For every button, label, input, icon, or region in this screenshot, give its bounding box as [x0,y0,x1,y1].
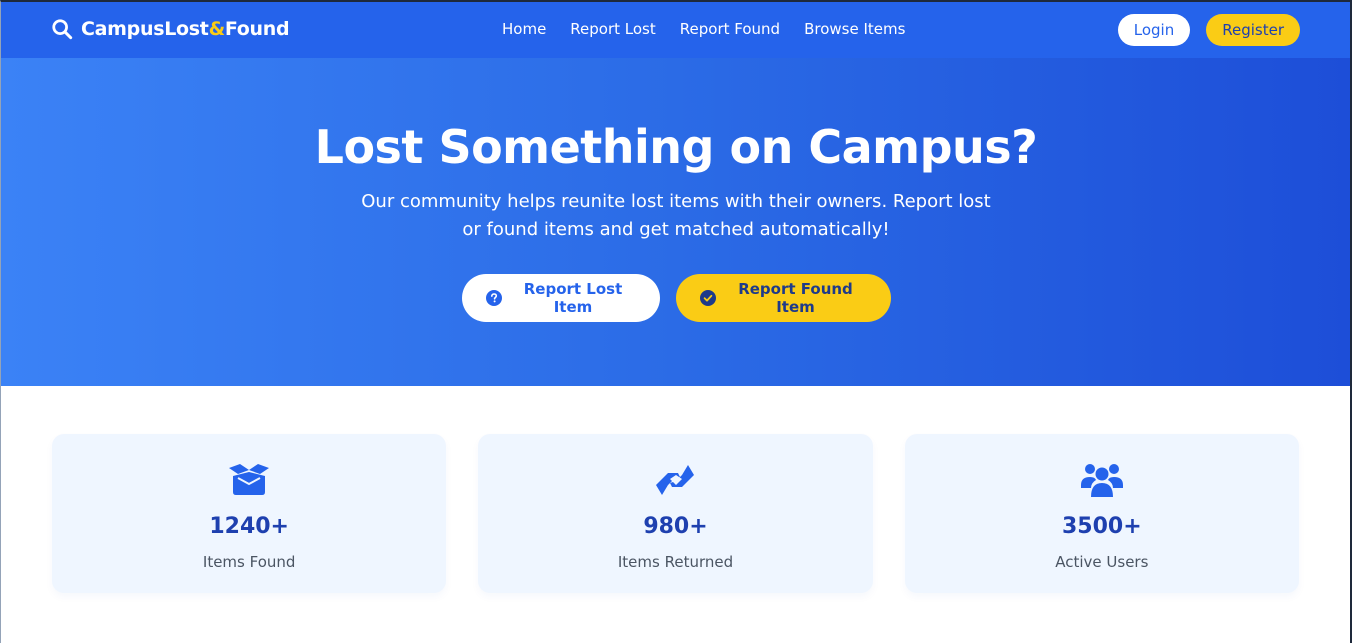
report-found-label: Report Found Item [738,280,853,316]
nav-link-browse-items[interactable]: Browse Items [804,20,905,38]
report-lost-label: Report Lost Item [523,280,623,316]
hero-buttons: Report Lost Item Report Found Item [0,274,1352,322]
stat-value-active-users: 3500+ [1061,514,1142,539]
login-button[interactable]: Login [1117,14,1191,46]
users-icon [1079,460,1125,500]
brand-text-part1: CampusLost [81,18,209,40]
nav-actions: Login Register [1117,14,1300,46]
check-circle-icon [699,290,716,306]
brand-logo[interactable]: CampusLost & Found [51,0,290,58]
stat-value-items-returned: 980+ [643,514,708,539]
handshake-icon [652,460,698,500]
nav-link-report-found[interactable]: Report Found [680,20,780,38]
question-circle-icon [485,290,502,306]
register-button[interactable]: Register [1206,14,1300,46]
hero-title: Lost Something on Campus? [314,120,1038,174]
hero-subtitle: Our community helps reunite lost items w… [361,191,991,240]
nav-link-report-lost[interactable]: Report Lost [570,20,655,38]
stat-label-items-found: Items Found [202,553,296,571]
nav-link-home[interactable]: Home [502,20,546,38]
report-lost-button[interactable]: Report Lost Item [461,274,660,322]
report-found-button[interactable]: Report Found Item [675,274,891,322]
hero-section: Lost Something on Campus? Our community … [0,58,1352,386]
stat-card-active-users: 3500+ Active Users [904,434,1299,593]
stat-card-items-returned: 980+ Items Returned [478,434,873,593]
stat-value-items-found: 1240+ [209,514,289,539]
stat-label-active-users: Active Users [1055,553,1149,571]
brand-ampersand: & [208,18,226,40]
stats-section: 1240+ Items Found 980+ Items Returned 35… [52,434,1299,593]
stat-label-items-returned: Items Returned [617,553,734,571]
nav-links: Home Report Lost Report Found Browse Ite… [502,0,905,58]
navbar: CampusLost & Found Home Report Lost Report… [0,0,1352,58]
stat-card-items-found: 1240+ Items Found [52,434,447,593]
search-icon [51,18,73,40]
box-open-icon [226,460,272,500]
brand-text-part2: Found [224,18,290,40]
